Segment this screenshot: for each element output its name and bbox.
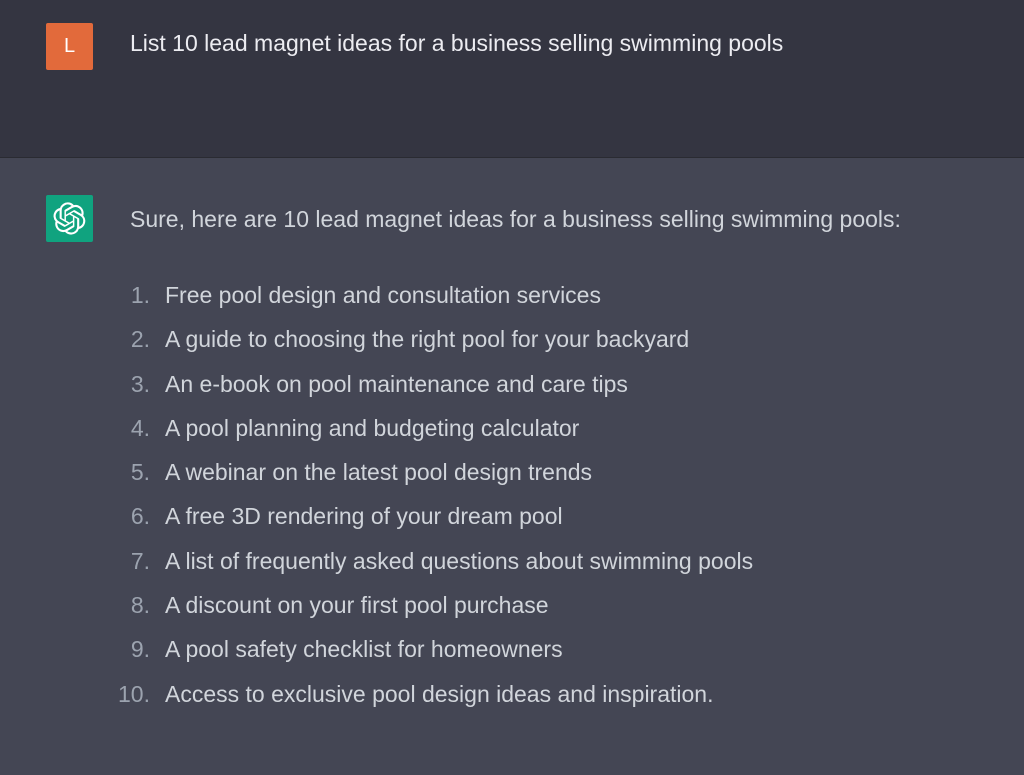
list-item-text: An e-book on pool maintenance and care t… bbox=[165, 370, 628, 397]
list-item: 6. A free 3D rendering of your dream pool bbox=[100, 498, 753, 542]
openai-logo-icon bbox=[53, 202, 86, 235]
list-item: 5. A webinar on the latest pool design tr… bbox=[100, 454, 753, 498]
list-item-text: A free 3D rendering of your dream pool bbox=[165, 503, 563, 530]
list-item-number: 9. bbox=[130, 636, 150, 663]
list-item-number: 3. bbox=[130, 370, 150, 397]
user-avatar-letter: L bbox=[63, 35, 76, 57]
list-item-text: A pool safety checklist for homeowners bbox=[165, 636, 563, 663]
list-item-text: A list of frequently asked questions abo… bbox=[165, 547, 754, 574]
list-item-text: A pool planning and budgeting calculator bbox=[165, 414, 580, 441]
list-item-number: 5. bbox=[130, 459, 150, 486]
list-item-text: A webinar on the latest pool design tren… bbox=[165, 459, 593, 486]
list-item: 2. A guide to choosing the right pool for… bbox=[100, 321, 753, 365]
list-item: 1. Free pool design and consultation serv… bbox=[100, 277, 753, 321]
list-item-text: A guide to choosing the right pool for y… bbox=[165, 326, 690, 353]
list-item: 10. Access to exclusive pool design ideas… bbox=[100, 676, 753, 720]
list-item-number: 8. bbox=[130, 592, 150, 619]
list-item-number: 7. bbox=[130, 547, 150, 574]
assistant-message-row: Sure, here are 10 lead magnet ideas for … bbox=[0, 158, 1024, 775]
lead-magnet-list: 1. Free pool design and consultation serv… bbox=[100, 277, 753, 720]
list-item-number: 4. bbox=[130, 414, 150, 441]
list-item-number: 1. bbox=[130, 282, 150, 308]
list-item: 9. A pool safety checklist for homeowners bbox=[100, 631, 753, 675]
list-item-text: Free pool design and consultation servic… bbox=[165, 282, 601, 308]
list-item-number: 6. bbox=[130, 503, 150, 530]
list-item-number: 2. bbox=[130, 326, 150, 353]
assistant-avatar bbox=[46, 195, 93, 242]
list-item: 3. An e-book on pool maintenance and care… bbox=[100, 366, 753, 410]
list-item: 8. A discount on your first pool purchase bbox=[100, 587, 753, 631]
list-item-number: 10. bbox=[118, 680, 150, 707]
user-message-text: List 10 lead magnet ideas for a business… bbox=[130, 30, 784, 56]
list-item: 4. A pool planning and budgeting calculat… bbox=[100, 410, 753, 454]
list-item: 7. A list of frequently asked questions a… bbox=[100, 543, 753, 587]
user-message-row: L List 10 lead magnet ideas for a busine… bbox=[0, 0, 1024, 158]
list-item-text: A discount on your first pool purchase bbox=[165, 592, 549, 619]
assistant-intro-text: Sure, here are 10 lead magnet ideas for … bbox=[130, 206, 901, 232]
list-item-text: Access to exclusive pool design ideas an… bbox=[165, 680, 714, 707]
user-avatar: L bbox=[46, 23, 93, 70]
